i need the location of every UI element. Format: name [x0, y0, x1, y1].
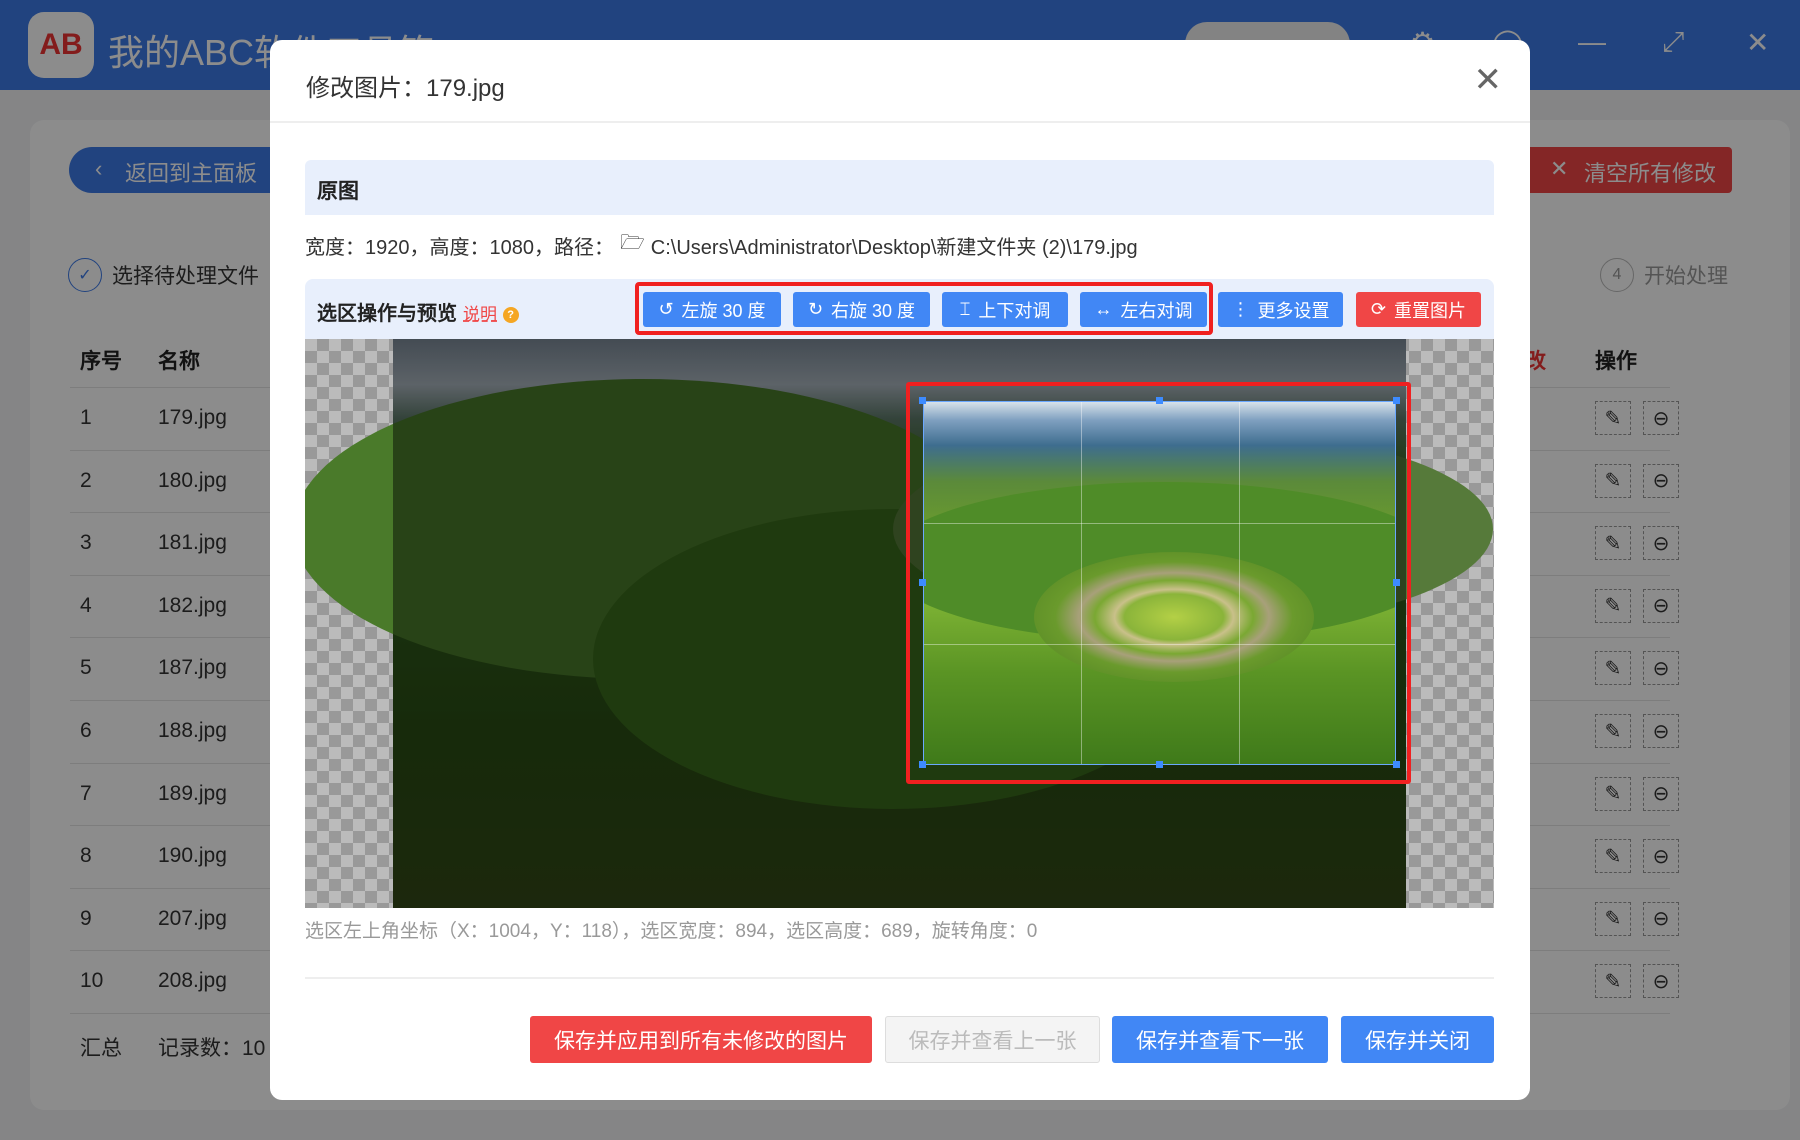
flip-vertical-button[interactable]: ⌶ 上下对调: [942, 292, 1068, 327]
dialog-title: 修改图片：179.jpg: [306, 75, 505, 102]
refresh-icon: ⟳: [1370, 299, 1387, 319]
rotate-left-button[interactable]: ↺ 左旋 30 度: [643, 292, 781, 327]
folder-icon: 🗁: [619, 232, 645, 254]
more-vertical-icon: ⋮: [1231, 299, 1250, 319]
dialog-close-icon[interactable]: ✕: [1474, 60, 1503, 100]
flip-horizontal-icon: ↔: [1094, 299, 1113, 319]
image-info: 宽度：1920，高度：1080，路径： 🗁 C:\Users\Administr…: [305, 228, 1138, 262]
help-link[interactable]: 说明: [463, 305, 497, 324]
selection-status: 选区左上角坐标（X：1004，Y：118），选区宽度：894，选区高度：689，…: [305, 921, 1038, 942]
rotate-right-button[interactable]: ↻ 右旋 30 度: [793, 292, 930, 327]
save-close-button[interactable]: 保存并关闭: [1341, 1016, 1494, 1063]
flip-vertical-label: 上下对调: [978, 300, 1051, 321]
rotate-right-icon: ↻: [807, 299, 824, 319]
flip-vertical-icon: ⌶: [959, 299, 971, 319]
toolbar-label-text: 选区操作与预览: [317, 303, 457, 325]
rotate-left-label: 左旋 30 度: [681, 300, 766, 321]
toolbar-label: 选区操作与预览 说明 ?: [317, 297, 519, 326]
more-settings-label: 更多设置: [1257, 300, 1330, 321]
selection-highlight-box: [906, 382, 1411, 784]
image-path: C:\Users\Administrator\Desktop\新建文件夹 (2)…: [650, 236, 1138, 259]
divider: [270, 121, 1530, 123]
flip-horizontal-button[interactable]: ↔ 左右对调: [1080, 292, 1207, 327]
reset-image-button[interactable]: ⟳ 重置图片: [1356, 292, 1481, 327]
rotate-right-label: 右旋 30 度: [831, 300, 916, 321]
save-next-button[interactable]: 保存并查看下一张: [1112, 1016, 1328, 1063]
save-apply-all-button[interactable]: 保存并应用到所有未修改的图片: [530, 1016, 872, 1063]
section-original: 原图: [305, 160, 1494, 215]
save-prev-button[interactable]: 保存并查看上一张: [885, 1016, 1100, 1063]
edit-image-dialog: 修改图片：179.jpg ✕ 原图 宽度：1920，高度：1080，路径： 🗁 …: [270, 40, 1530, 1100]
divider: [305, 977, 1494, 979]
flip-horizontal-label: 左右对调: [1120, 300, 1193, 321]
selection-toolbar: 选区操作与预览 说明 ? ↺ 左旋 30 度 ↻ 右旋 30 度 ⌶ 上下对调 ↔ 左右对…: [305, 279, 1494, 339]
more-settings-button[interactable]: ⋮ 更多设置: [1218, 292, 1343, 327]
image-preview[interactable]: [305, 339, 1494, 908]
question-icon[interactable]: ?: [502, 306, 519, 323]
image-dimensions: 宽度：1920，高度：1080，路径：: [305, 236, 614, 259]
rotate-left-icon: ↺: [658, 299, 674, 319]
reset-label: 重置图片: [1394, 300, 1467, 321]
